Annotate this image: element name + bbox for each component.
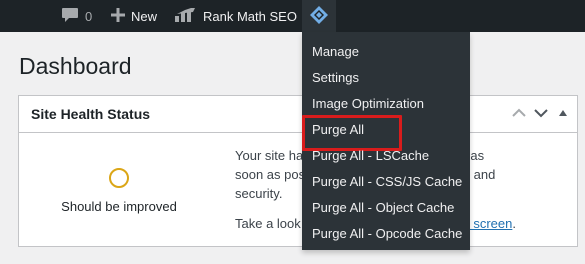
menu-item-purge-all[interactable]: Purge All [302, 115, 470, 151]
health-status: Should be improved [49, 168, 189, 214]
toggle-panel-button[interactable] [555, 105, 571, 121]
menu-item-purge-css-js[interactable]: Purge All - CSS/JS Cache [302, 169, 470, 195]
adminbar-rank-math[interactable]: Rank Math SEO [175, 0, 297, 32]
desc-line-2: soon as pos [235, 167, 306, 182]
desc-line-3: security. [235, 186, 283, 201]
menu-item-purge-opcode-cache[interactable]: Purge All - Opcode Cache [302, 221, 470, 247]
widget-handle-actions [511, 105, 571, 121]
menu-item-purge-lscache[interactable]: Purge All - LSCache [302, 143, 470, 169]
litespeed-submenu: Manage Settings Image Optimization Purge… [302, 32, 470, 250]
menu-item-purge-object-cache[interactable]: Purge All - Object Cache [302, 195, 470, 221]
chevron-up-icon [512, 108, 526, 117]
rank-math-label: Rank Math SEO [203, 8, 297, 24]
desc-line-1: Your site ha [235, 148, 304, 163]
site-health-widget: Site Health Status Should be improved Yo… [18, 95, 578, 247]
chevron-down-icon [534, 109, 548, 118]
litespeed-icon [309, 5, 329, 28]
cta-prefix: Take a look [235, 216, 301, 231]
menu-item-manage[interactable]: Manage [302, 39, 470, 65]
plus-icon [111, 7, 125, 25]
new-label: New [131, 8, 158, 24]
caret-up-icon [559, 110, 567, 116]
adminbar-new[interactable]: New [111, 0, 157, 32]
adminbar-litespeed[interactable] [302, 0, 336, 32]
rank-math-icon [175, 7, 197, 25]
widget-header: Site Health Status [19, 96, 577, 133]
cta-suffix: . [512, 216, 516, 231]
menu-item-image-optimization[interactable]: Image Optimization [302, 91, 470, 117]
health-indicator-circle [109, 168, 129, 188]
comments-count: 0 [85, 8, 93, 24]
adminbar-comments[interactable]: 0 [61, 0, 92, 32]
move-down-button[interactable] [533, 105, 549, 121]
health-status-label: Should be improved [61, 199, 177, 214]
move-up-button[interactable] [511, 105, 527, 121]
admin-bar: 0 New Rank Math SEO [0, 0, 585, 32]
widget-title: Site Health Status [31, 106, 151, 122]
comment-icon [61, 7, 79, 26]
page-title: Dashboard [19, 53, 132, 79]
menu-item-settings[interactable]: Settings [302, 65, 470, 91]
